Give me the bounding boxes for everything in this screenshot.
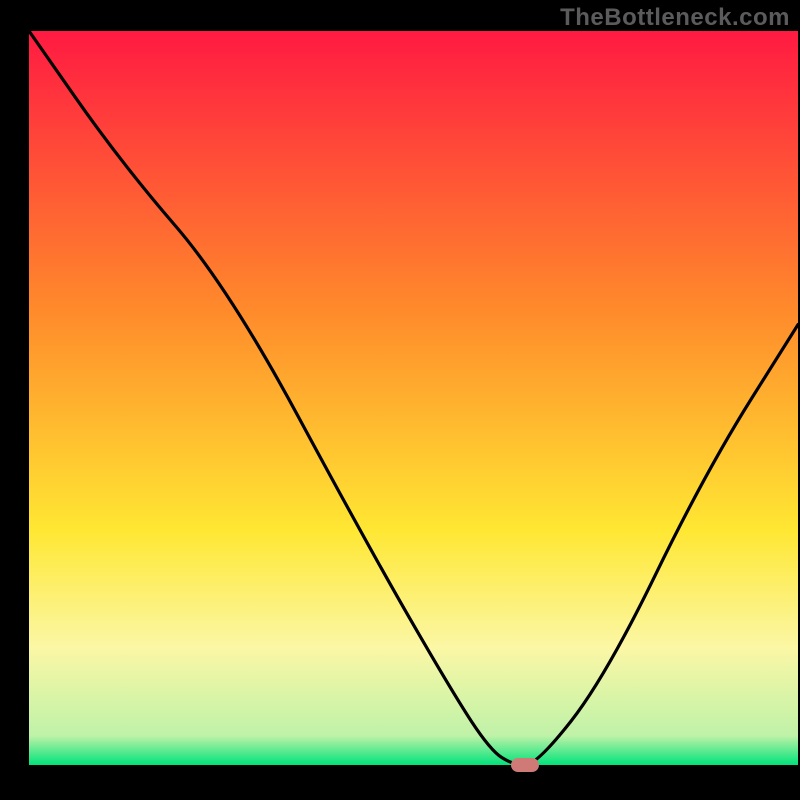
plot-area — [29, 31, 798, 765]
bottleneck-curve — [29, 31, 798, 765]
watermark-text: TheBottleneck.com — [560, 4, 790, 32]
chart-frame: TheBottleneck.com — [0, 0, 800, 800]
optimal-marker — [511, 758, 539, 772]
